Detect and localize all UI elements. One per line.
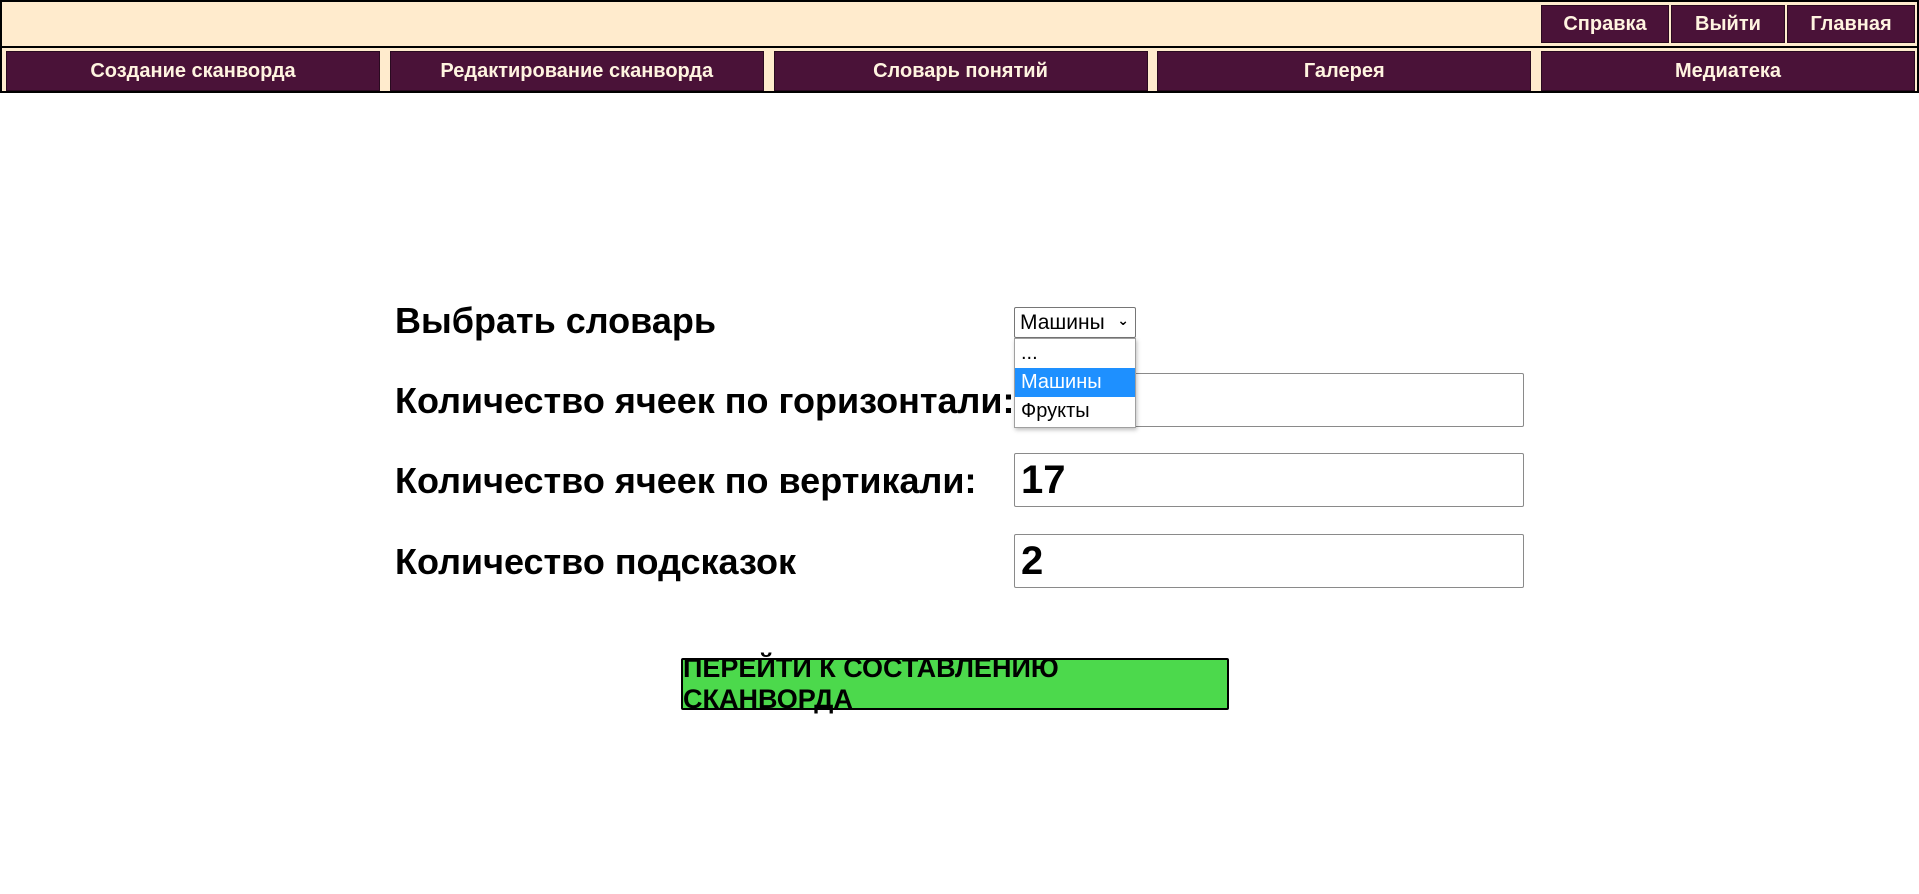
header: Справка Выйти Главная Создание сканворда… xyxy=(0,0,1919,93)
main-nav: Создание сканворда Редактирование сканво… xyxy=(6,51,1915,91)
dictionary-label: Выбрать словарь xyxy=(395,300,716,341)
dictionary-option[interactable]: Фрукты xyxy=(1015,397,1135,426)
vertical-cells-label: Количество ячеек по вертикали: xyxy=(395,460,977,501)
dictionary-select-value: Машины xyxy=(1020,310,1105,334)
home-link[interactable]: Главная xyxy=(1787,5,1915,43)
hints-count-input[interactable]: 2 xyxy=(1014,534,1524,588)
nav-media-library[interactable]: Медиатека xyxy=(1541,51,1915,91)
horizontal-cells-label: Количество ячеек по горизонтали: xyxy=(395,380,1015,421)
nav-edit-scanword[interactable]: Редактирование сканворда xyxy=(389,51,764,91)
header-divider xyxy=(2,46,1917,48)
top-nav: Справка Выйти Главная xyxy=(1539,5,1915,43)
logout-link[interactable]: Выйти xyxy=(1671,5,1785,43)
help-link[interactable]: Справка xyxy=(1541,5,1669,43)
go-to-compose-button[interactable]: ПЕРЕЙТИ К СОСТАВЛЕНИЮ СКАНВОРДА xyxy=(681,653,1229,714)
dictionary-option-selected[interactable]: Машины xyxy=(1015,368,1135,397)
dictionary-option[interactable]: ... xyxy=(1015,339,1135,368)
nav-create-scanword[interactable]: Создание сканворда xyxy=(6,51,380,91)
nav-gallery[interactable]: Галерея xyxy=(1157,51,1532,91)
dictionary-select[interactable]: Машины ⌄ xyxy=(1014,307,1136,338)
hints-count-label: Количество подсказок xyxy=(395,541,796,582)
vertical-cells-input[interactable]: 17 xyxy=(1014,453,1524,507)
dictionary-dropdown: ... Машины Фрукты xyxy=(1014,338,1136,428)
chevron-down-icon: ⌄ xyxy=(1117,312,1129,328)
nav-dictionary[interactable]: Словарь понятий xyxy=(773,51,1148,91)
